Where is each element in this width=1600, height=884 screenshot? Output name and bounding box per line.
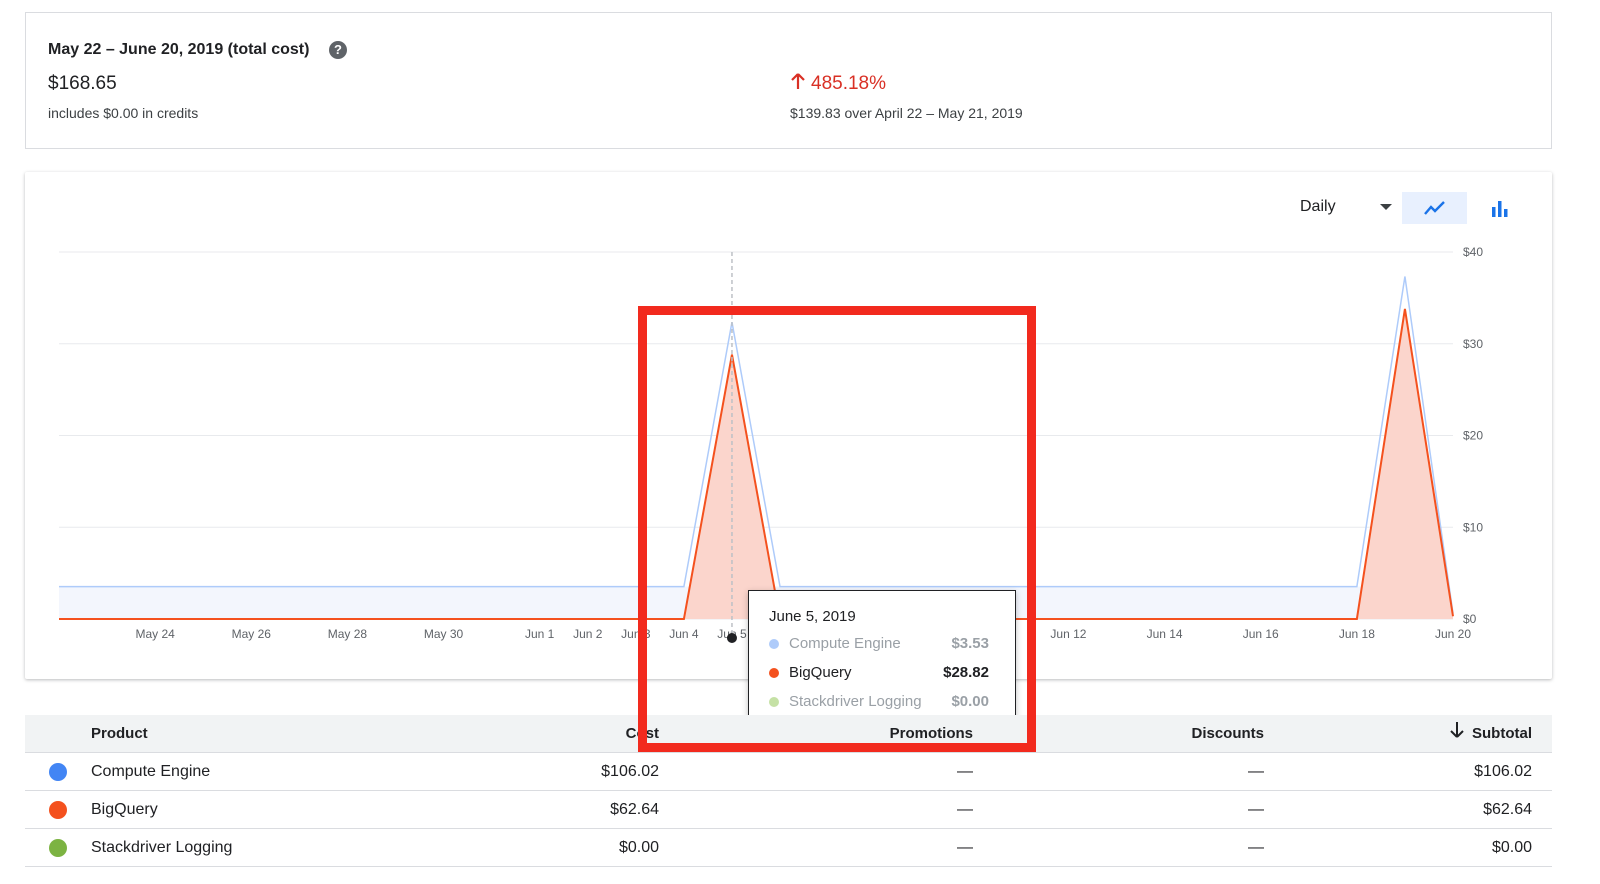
header-discounts[interactable]: Discounts <box>1191 715 1264 752</box>
y-tick-label: $20 <box>1463 429 1483 443</box>
row-cost: $0.00 <box>618 839 659 856</box>
tooltip-row-bigquery: BigQuery $28.82 <box>769 664 989 681</box>
x-tick-label: May 26 <box>232 627 272 641</box>
table-row[interactable]: BigQuery $62.64 — — $62.64 <box>25 791 1552 829</box>
row-promotions: — <box>957 763 973 780</box>
row-discounts: — <box>1248 839 1264 856</box>
sort-arrow-down-icon <box>1450 715 1464 752</box>
legend-dot-icon <box>769 638 779 649</box>
row-promotions: — <box>957 801 973 818</box>
x-tick-label: Jun 4 <box>669 627 699 641</box>
x-tick-label: Jun 16 <box>1243 627 1279 641</box>
row-cost: $62.64 <box>610 801 659 818</box>
x-tick-label: Jun 18 <box>1339 627 1375 641</box>
series-area-bigquery <box>59 308 1453 619</box>
tooltip-series-value: $0.00 <box>951 693 989 710</box>
tooltip-series-value: $28.82 <box>943 664 989 681</box>
legend-dot-icon <box>769 667 779 678</box>
y-tick-label: $30 <box>1463 337 1483 351</box>
x-tick-label: Jun 2 <box>573 627 603 641</box>
cost-breakdown-table: Product Cost Promotions Discounts Subtot… <box>25 715 1552 867</box>
legend-dot-icon <box>769 696 779 707</box>
row-subtotal: $0.00 <box>1491 839 1532 856</box>
y-tick-label: $40 <box>1463 245 1483 259</box>
series-color-icon <box>49 839 67 857</box>
table-row[interactable]: Compute Engine $106.02 — — $106.02 <box>25 753 1552 791</box>
x-tick-label: Jun 14 <box>1147 627 1183 641</box>
series-color-icon <box>49 763 67 781</box>
y-tick-label: $10 <box>1463 520 1483 534</box>
tooltip-row-stackdriver: Stackdriver Logging $0.00 <box>769 693 989 710</box>
tooltip-date: June 5, 2019 <box>769 608 856 625</box>
header-product[interactable]: Product <box>91 715 148 752</box>
x-tick-label: May 24 <box>135 627 175 641</box>
header-subtotal[interactable]: Subtotal <box>1450 715 1532 752</box>
x-tick-label: May 30 <box>424 627 464 641</box>
row-subtotal: $106.02 <box>1474 763 1532 780</box>
header-subtotal-label: Subtotal <box>1472 725 1532 742</box>
chart-tooltip: June 5, 2019 Compute Engine $3.53 BigQue… <box>748 590 1016 728</box>
series-color-icon <box>49 801 67 819</box>
row-discounts: — <box>1248 801 1264 818</box>
x-tick-label: Jun 12 <box>1050 627 1086 641</box>
x-tick-label: Jun 1 <box>525 627 555 641</box>
table-header: Product Cost Promotions Discounts Subtot… <box>25 715 1552 753</box>
tooltip-series-name: BigQuery <box>789 664 852 681</box>
row-product: Stackdriver Logging <box>91 839 233 856</box>
row-cost: $106.02 <box>601 763 659 780</box>
row-subtotal: $62.64 <box>1483 801 1532 818</box>
tooltip-series-value: $3.53 <box>951 635 989 652</box>
tooltip-series-name: Compute Engine <box>789 635 901 652</box>
row-promotions: — <box>957 839 973 856</box>
row-product: BigQuery <box>91 801 158 818</box>
row-discounts: — <box>1248 763 1264 780</box>
x-tick-label: May 28 <box>328 627 368 641</box>
tooltip-series-name: Stackdriver Logging <box>789 693 922 710</box>
x-tick-label: Jun 20 <box>1435 627 1471 641</box>
header-promotions[interactable]: Promotions <box>890 715 973 752</box>
y-tick-label: $0 <box>1463 612 1477 626</box>
tooltip-row-compute-engine: Compute Engine $3.53 <box>769 635 989 652</box>
hover-marker <box>726 633 737 643</box>
table-row[interactable]: Stackdriver Logging $0.00 — — $0.00 <box>25 829 1552 867</box>
header-cost[interactable]: Cost <box>626 715 659 752</box>
x-tick-label: Jun 3 <box>621 627 651 641</box>
row-product: Compute Engine <box>91 763 211 780</box>
